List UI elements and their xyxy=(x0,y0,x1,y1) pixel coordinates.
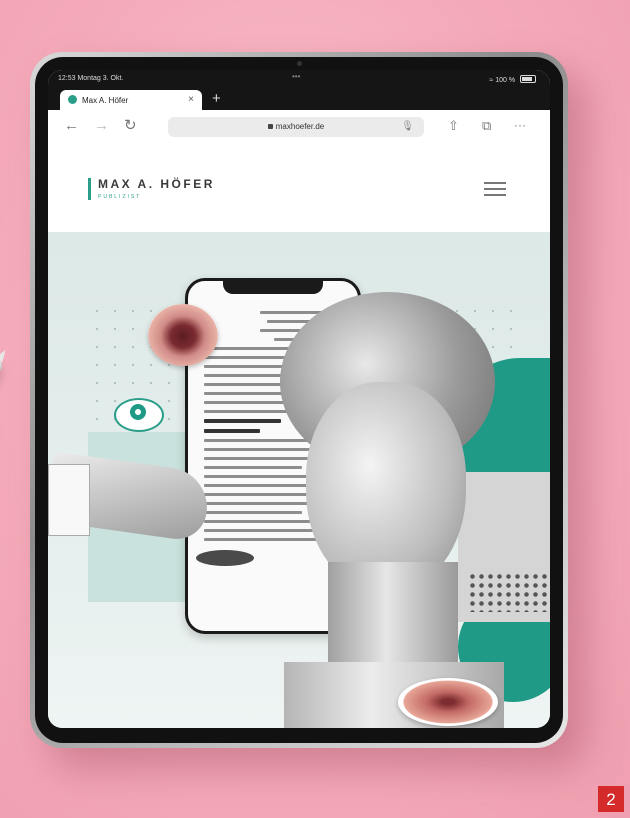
microphone-icon[interactable]: 🎙 xyxy=(401,117,414,137)
tab-strip: Max A. Höfer × + xyxy=(48,88,550,110)
url-text: maxhoefer.de xyxy=(275,122,325,131)
ipad-screen: 12:53 Montag 3. Okt. ••• ≈ 100 % Max A. … xyxy=(48,70,550,728)
battery-icon xyxy=(520,75,536,83)
statue-neck xyxy=(328,562,458,672)
new-tab-icon[interactable]: + xyxy=(212,90,221,107)
reload-icon[interactable]: ↻ xyxy=(124,118,137,133)
site-header: MAX A. HÖFER PUBLIZIST xyxy=(48,144,550,232)
back-icon[interactable]: ← xyxy=(64,118,79,133)
address-bar[interactable]: maxhoefer.de 🎙 xyxy=(168,117,424,137)
forward-icon[interactable]: → xyxy=(94,118,109,133)
page-number-badge: 2 xyxy=(598,786,624,812)
phone-notch xyxy=(223,280,323,294)
site-logo-name[interactable]: MAX A. HÖFER xyxy=(98,177,215,191)
menu-icon[interactable] xyxy=(484,182,506,196)
tab-title: Max A. Höfer xyxy=(82,96,129,105)
eye-icon xyxy=(104,384,174,444)
logo-accent-bar xyxy=(88,178,91,200)
browser-tab[interactable]: Max A. Höfer × xyxy=(60,90,202,110)
browser-toolbar: ← → ↻ maxhoefer.de 🎙 ⇧ ⧉ ··· xyxy=(48,110,550,145)
camera-icon xyxy=(297,61,302,66)
status-time: 12:53 Montag 3. Okt. xyxy=(58,75,124,82)
more-icon[interactable]: ··· xyxy=(514,118,526,133)
multitask-dots-icon[interactable]: ••• xyxy=(292,72,300,81)
typewriter-keys xyxy=(468,572,550,612)
share-icon[interactable]: ⇧ xyxy=(448,118,459,133)
shirt-cuff-image xyxy=(48,464,90,536)
open-mouth-image xyxy=(148,304,218,366)
lock-icon xyxy=(267,124,273,129)
favicon-icon xyxy=(68,95,77,104)
tabs-overview-icon[interactable]: ⧉ xyxy=(482,118,491,133)
wifi-battery-text: ≈ 100 % xyxy=(489,77,516,84)
status-indicators: ≈ 100 % xyxy=(489,75,536,84)
site-logo-subtitle: PUBLIZIST xyxy=(98,194,142,200)
hero-collage xyxy=(48,232,550,728)
shadow-disc xyxy=(196,550,254,566)
status-bar: 12:53 Montag 3. Okt. ••• ≈ 100 % xyxy=(48,70,550,88)
lips-image xyxy=(398,678,498,726)
close-tab-icon[interactable]: × xyxy=(188,94,194,105)
statue-face xyxy=(306,382,466,592)
